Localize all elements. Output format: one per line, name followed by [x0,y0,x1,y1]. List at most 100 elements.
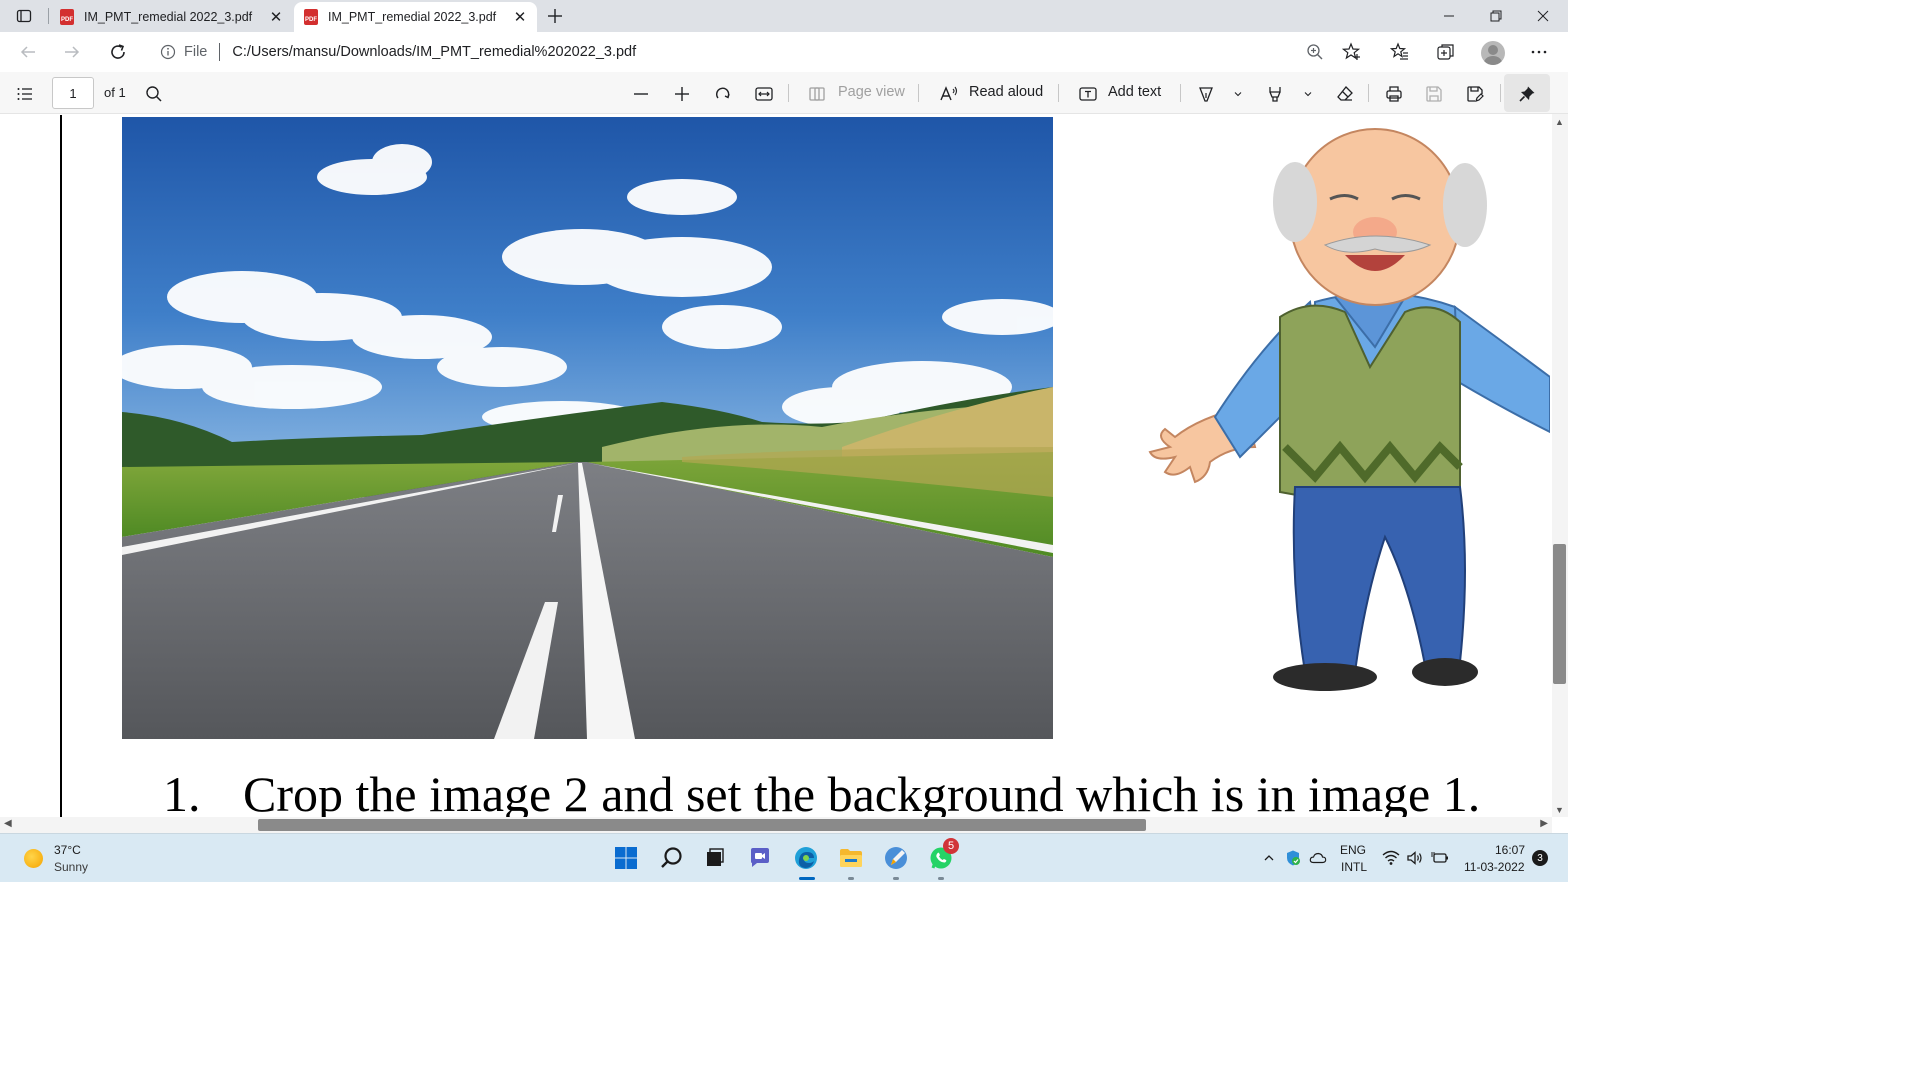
back-button[interactable] [12,36,44,68]
draw-button[interactable] [1193,81,1219,107]
highlight-button[interactable] [1262,81,1288,107]
zoom-button[interactable] [1301,38,1329,66]
save-as-button[interactable] [1462,81,1488,107]
add-text-icon-wrap[interactable] [1075,81,1101,107]
file-explorer-button[interactable] [835,842,867,880]
toolbar-separator [1058,84,1059,102]
read-aloud-icon-wrap[interactable] [936,81,962,107]
table-of-contents-button[interactable] [12,81,38,107]
rotate-button[interactable] [710,81,736,107]
show-hidden-icons-button[interactable] [1260,849,1278,867]
horizontal-scroll-thumb[interactable] [258,819,1146,831]
horizontal-scrollbar[interactable]: ◀ ▶ [0,817,1552,833]
settings-more-button[interactable] [1525,38,1553,66]
page-count-label: of 1 [104,85,126,100]
volume-tray-icon[interactable] [1406,849,1424,867]
page-view-icon-wrap[interactable] [804,81,830,107]
tab-active[interactable]: PDF IM_PMT_remedial 2022_3.pdf ✕ [294,2,537,32]
start-button[interactable] [610,842,642,874]
zoom-in-button[interactable] [669,81,695,107]
fit-width-icon [755,87,773,101]
collections-button[interactable] [1432,38,1460,66]
language-indicator-bottom[interactable]: INTL [1341,860,1367,874]
notepad-app-button[interactable] [880,842,912,880]
profile-avatar[interactable] [1481,41,1505,65]
tab-inactive[interactable]: PDF IM_PMT_remedial 2022_3.pdf ✕ [50,2,293,32]
arrow-left-icon [20,46,35,58]
pdf-document-view[interactable]: 1. Crop the image 2 and set the backgroun… [0,115,1568,817]
tab-title: IM_PMT_remedial 2022_3.pdf [84,10,253,24]
more-horizontal-icon [1531,50,1547,54]
add-text-button[interactable]: Add text [1108,84,1161,100]
forward-button[interactable] [56,36,88,68]
fit-to-width-button[interactable] [751,81,777,107]
draw-options-dropdown[interactable] [1228,81,1248,107]
windows-logo-icon [615,847,637,869]
vertical-scroll-thumb[interactable] [1553,544,1566,684]
tab-separator [48,8,49,24]
pen-app-icon [885,847,907,869]
whatsapp-button[interactable]: 5 [925,838,959,880]
print-button[interactable] [1381,81,1407,107]
scroll-right-icon[interactable]: ▶ [1540,818,1548,829]
favorites-icon [1390,42,1408,60]
chevron-up-icon [1264,855,1274,861]
close-tab-button[interactable]: ✕ [265,6,287,28]
read-aloud-icon [940,86,958,101]
favorites-button[interactable] [1386,38,1414,66]
weather-temperature: 37°C [54,843,81,857]
scroll-down-icon[interactable]: ▼ [1555,805,1564,815]
taskbar-search-button[interactable] [656,842,688,874]
page-left-border [60,115,62,817]
scroll-left-icon[interactable]: ◀ [4,818,12,829]
address-bar-row: File C:/Users/mansu/Downloads/IM_PMT_rem… [0,32,1568,72]
draw-pen-icon [1199,87,1213,102]
refresh-button[interactable] [102,36,134,68]
list-icon [17,88,32,100]
language-indicator-top[interactable]: ENG [1340,843,1366,857]
zoom-in-icon [1307,44,1323,60]
instruction-text: Crop the image 2 and set the background … [243,766,1481,817]
pin-icon-wrap[interactable] [1514,81,1540,107]
page-number-input[interactable]: 1 [52,77,94,109]
eraser-icon [1337,86,1353,101]
minimize-window-button[interactable] [1426,0,1472,32]
tab-title: IM_PMT_remedial 2022_3.pdf [328,10,497,24]
shield-icon [1287,850,1300,866]
erase-button[interactable] [1332,81,1358,107]
zoom-out-button[interactable] [628,81,654,107]
onedrive-tray-icon[interactable] [1309,849,1327,867]
close-window-button[interactable] [1520,0,1566,32]
chat-icon [751,848,769,867]
tab-actions-menu-button[interactable] [8,4,40,28]
url-input[interactable]: File C:/Users/mansu/Downloads/IM_PMT_rem… [148,36,1334,68]
plus-icon [675,87,689,101]
page-view-button[interactable]: Page view [838,84,905,100]
page-view-icon [809,87,825,101]
add-favorite-button[interactable] [1338,38,1366,66]
edge-browser-button[interactable] [790,842,822,880]
restore-icon [1490,10,1502,22]
find-button[interactable] [141,81,167,107]
taskbar: 37°C Sunny 5 ENG INTL 16:07 11-03-2022 3 [0,833,1568,882]
security-tray-icon[interactable] [1284,849,1302,867]
info-icon[interactable] [160,44,176,60]
minimize-icon [1444,15,1454,17]
close-tab-button[interactable]: ✕ [509,6,531,28]
close-icon: ✕ [513,9,527,26]
new-tab-button[interactable] [541,4,569,28]
teams-chat-button[interactable] [744,842,776,874]
notification-count-badge[interactable]: 3 [1532,850,1548,866]
scroll-up-icon[interactable]: ▲ [1555,117,1564,127]
clock-date[interactable]: 11-03-2022 [1464,860,1525,874]
battery-tray-icon[interactable] [1431,849,1449,867]
restore-window-button[interactable] [1473,0,1519,32]
wifi-tray-icon[interactable] [1382,849,1400,867]
vertical-scrollbar[interactable]: ▲ ▼ [1552,114,1568,817]
read-aloud-button[interactable]: Read aloud [969,84,1043,100]
highlight-options-dropdown[interactable] [1298,81,1318,107]
task-view-button[interactable] [698,842,730,874]
save-button[interactable] [1421,81,1447,107]
clock-time[interactable]: 16:07 [1495,843,1525,857]
running-app-indicator [938,877,944,880]
